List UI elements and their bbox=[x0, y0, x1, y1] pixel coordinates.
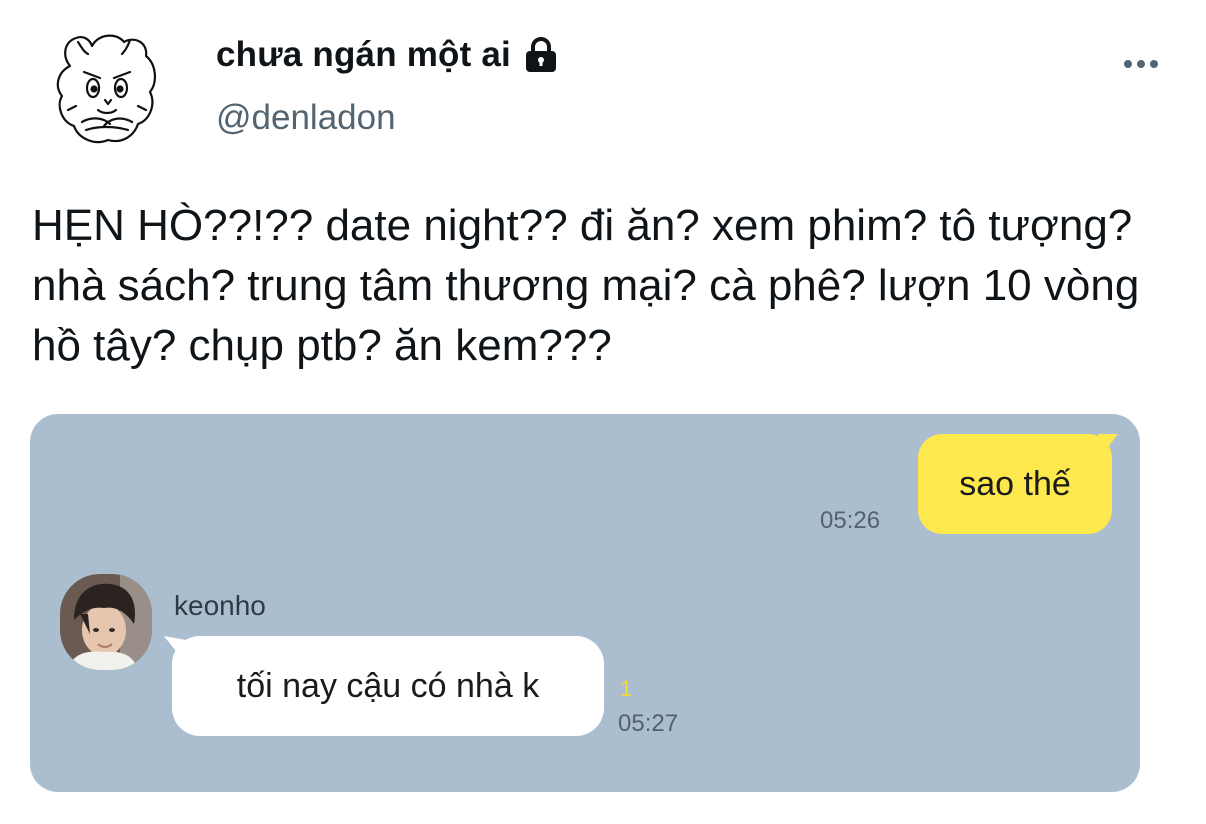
display-name[interactable]: chưa ngán một ai bbox=[216, 35, 511, 75]
unread-count-badge: 1 bbox=[620, 676, 633, 701]
contact-name: keonho bbox=[174, 590, 266, 621]
incoming-message-bubble: tối nay cậu có nhà k bbox=[172, 636, 604, 736]
tweet-media-image[interactable]: 05:26 sao thế keonho tối nay cậu có nhà … bbox=[30, 414, 1140, 792]
more-horizontal-icon bbox=[1137, 60, 1145, 68]
contact-avatar[interactable] bbox=[60, 574, 152, 670]
outgoing-bubble-tail bbox=[1098, 434, 1118, 460]
outgoing-message-time: 05:26 bbox=[820, 507, 881, 534]
incoming-bubble-tail bbox=[164, 636, 186, 664]
contact-photo-icon bbox=[60, 574, 152, 670]
incoming-message-time: 05:27 bbox=[618, 710, 679, 737]
cartoon-hamster-avatar-icon bbox=[56, 34, 156, 144]
author-name-row: chưa ngán một ai bbox=[216, 33, 561, 77]
outgoing-message-bubble: sao thế bbox=[918, 434, 1112, 534]
more-horizontal-icon bbox=[1150, 60, 1158, 68]
author-handle[interactable]: @denladon bbox=[216, 98, 396, 138]
more-options-button[interactable] bbox=[1116, 50, 1166, 78]
lock-icon bbox=[521, 35, 561, 75]
author-avatar[interactable] bbox=[48, 26, 164, 152]
tweet-text: HẸN HÒ??!?? date night?? đi ăn? xem phim… bbox=[32, 201, 1152, 370]
more-horizontal-icon bbox=[1124, 60, 1132, 68]
